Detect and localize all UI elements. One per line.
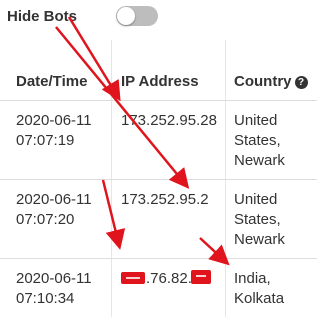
cell-country-line2: Kolkata <box>234 290 285 307</box>
visits-table: Date/Time IP Address Country? 2020-06-11… <box>0 40 317 317</box>
row-divider <box>0 258 317 259</box>
toggle-knob[interactable] <box>117 7 135 25</box>
cell-country-line1: United <box>234 112 278 129</box>
cell-country-line1: India, <box>234 270 271 287</box>
redaction-box <box>121 272 145 284</box>
cell-location: United States, Newark <box>234 111 285 171</box>
cell-location: India, Kolkata <box>234 269 284 309</box>
cell-datetime: 2020-06-11 07:10:34 <box>16 269 92 309</box>
header-country[interactable]: Country? <box>234 73 308 90</box>
cell-date: 2020-06-11 <box>16 112 92 129</box>
cell-date: 2020-06-11 <box>16 270 92 287</box>
cell-time: 07:07:19 <box>16 132 75 149</box>
cell-ip[interactable]: 173.252.95.2 <box>121 190 209 210</box>
header-country-label: Country <box>234 73 292 90</box>
cell-ip[interactable]: .76.82. <box>121 269 211 289</box>
redaction-box <box>191 270 211 284</box>
cell-date: 2020-06-11 <box>16 191 92 208</box>
hide-bots-toggle[interactable] <box>116 6 158 26</box>
help-icon[interactable]: ? <box>294 76 308 89</box>
cell-country-line2: States, <box>234 211 281 228</box>
cell-country-line1: United <box>234 191 278 208</box>
cell-time: 07:07:20 <box>16 211 75 228</box>
row-divider <box>0 100 317 101</box>
cell-location: United States, Newark <box>234 190 285 250</box>
cell-country-line2: States, <box>234 132 281 149</box>
header-ip-address[interactable]: IP Address <box>121 73 199 90</box>
cell-time: 07:10:34 <box>16 290 75 307</box>
row-divider <box>0 179 317 180</box>
header-datetime[interactable]: Date/Time <box>16 73 87 90</box>
cell-ip[interactable]: 173.252.95.28 <box>121 111 217 131</box>
cell-city: Newark <box>234 231 285 248</box>
cell-datetime: 2020-06-11 07:07:19 <box>16 111 92 151</box>
cell-city: Newark <box>234 152 285 169</box>
filter-bar: Hide Bots <box>0 0 317 40</box>
hide-bots-label: Hide Bots <box>7 8 78 25</box>
cell-datetime: 2020-06-11 07:07:20 <box>16 190 92 230</box>
